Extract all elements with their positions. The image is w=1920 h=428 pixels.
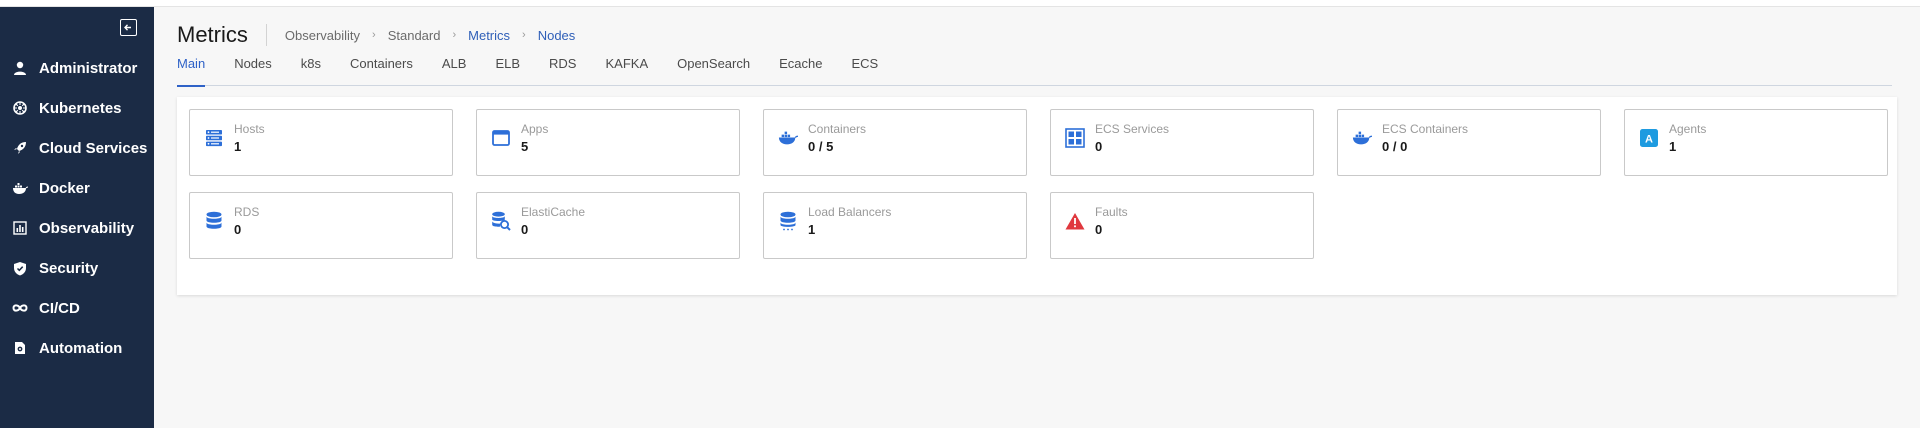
card-ecs-containers[interactable]: ECS Containers 0 / 0 [1337,109,1601,176]
sidebar-item-kubernetes[interactable]: Kubernetes [0,88,154,128]
breadcrumb-item-standard[interactable]: Standard [388,28,441,43]
chevron-right-icon: › [452,29,457,41]
docker-icon [778,128,798,148]
tab-main[interactable]: Main [177,56,206,87]
tab-bar: Main Nodes k8s Containers ALB ELB RDS KA… [177,56,1892,87]
top-border [0,0,1920,7]
docker-icon [12,180,28,196]
card-faults[interactable]: Faults 0 [1050,192,1314,259]
card-value: 0 / 5 [808,139,834,154]
title-divider [265,24,267,46]
card-value: 1 [234,139,242,154]
warning-icon [1065,211,1085,231]
grid-icon [1065,128,1085,148]
card-value: 1 [1669,139,1677,154]
card-label: Hosts [234,122,265,136]
main-content: Metrics Observability › Standard › Metri… [154,7,1920,428]
sidebar-item-label: Automation [39,339,123,357]
card-rds[interactable]: RDS 0 [189,192,453,259]
sidebar-item-label: Observability [39,219,135,237]
tab-ecs[interactable]: ECS [851,56,878,86]
tab-nodes[interactable]: Nodes [234,56,272,86]
breadcrumb-item-metrics[interactable]: Metrics [468,28,510,43]
card-label: Faults [1095,205,1128,219]
metrics-panel: Hosts 1 Apps 5 Containers 0 / 5 ECS Serv… [177,97,1897,295]
card-label: RDS [234,205,260,219]
tab-k8s[interactable]: k8s [301,56,321,86]
infinity-icon [12,300,28,316]
card-value: 0 [521,222,529,237]
card-label: ECS Services [1095,122,1170,136]
tab-alb[interactable]: ALB [442,56,467,86]
card-label: ECS Containers [1382,122,1469,136]
card-label: Agents [1669,122,1707,136]
collapse-left-icon[interactable] [120,19,137,36]
kubernetes-icon [12,100,28,116]
card-hosts[interactable]: Hosts 1 [189,109,453,176]
card-containers[interactable]: Containers 0 / 5 [763,109,1027,176]
chart-icon [12,220,28,236]
card-label: Apps [521,122,549,136]
sidebar-item-cicd[interactable]: CI/CD [0,288,154,328]
tab-containers[interactable]: Containers [350,56,413,86]
window-icon [491,128,511,148]
agent-badge-icon: A [1639,128,1659,148]
card-apps[interactable]: Apps 5 [476,109,740,176]
tab-kafka[interactable]: KAFKA [605,56,648,86]
sidebar-item-label: Kubernetes [39,99,122,117]
tab-rds[interactable]: RDS [549,56,576,86]
sidebar-item-label: Cloud Services [39,139,148,157]
card-elasticache[interactable]: ElastiCache 0 [476,192,740,259]
server-icon [204,128,224,148]
sidebar-item-automation[interactable]: Automation [0,328,154,368]
database-search-icon [491,211,511,231]
sidebar-nav: Administrator Kubernetes Cloud Services … [0,48,154,368]
tab-opensearch[interactable]: OpenSearch [677,56,750,86]
sidebar-item-security[interactable]: Security [0,248,154,288]
sidebar-item-label: Docker [39,179,90,197]
breadcrumb: Observability › Standard › Metrics › Nod… [285,28,575,43]
chevron-right-icon: › [522,29,526,41]
shield-icon [12,260,28,276]
automation-icon [12,340,28,356]
card-label: Containers [808,122,867,136]
page-title: Metrics [177,22,248,47]
card-ecs-services[interactable]: ECS Services 0 [1050,109,1314,176]
sidebar-item-administrator[interactable]: Administrator [0,48,154,88]
card-value: 0 [1095,139,1103,154]
card-value: 5 [521,139,529,154]
database-icon [778,211,798,231]
card-value: 1 [808,222,816,237]
svg-text:A: A [1645,133,1653,145]
header: Metrics Observability › Standard › Metri… [177,20,575,50]
sidebar-item-label: Security [39,259,99,277]
card-label: Load Balancers [808,205,892,219]
breadcrumb-item-observability[interactable]: Observability [285,28,360,43]
database-icon [204,211,224,231]
user-icon [12,60,28,76]
card-value: 0 [1095,222,1103,237]
sidebar-item-observability[interactable]: Observability [0,208,154,248]
card-agents[interactable]: A Agents 1 [1624,109,1888,176]
card-value: 0 / 0 [1382,139,1408,154]
sidebar-item-cloud-services[interactable]: Cloud Services [0,128,154,168]
rocket-icon [12,140,28,156]
card-value: 0 [234,222,242,237]
chevron-right-icon: › [372,29,376,41]
sidebar-item-docker[interactable]: Docker [0,168,154,208]
sidebar-item-label: CI/CD [39,299,80,317]
card-label: ElastiCache [521,205,586,219]
sidebar-item-label: Administrator [39,59,138,77]
card-load-balancers[interactable]: Load Balancers 1 [763,192,1027,259]
tab-ecache[interactable]: Ecache [779,56,822,86]
docker-icon [1352,128,1372,148]
breadcrumb-item-nodes[interactable]: Nodes [538,28,576,43]
tab-elb[interactable]: ELB [495,56,520,86]
sidebar: Administrator Kubernetes Cloud Services … [0,7,154,428]
